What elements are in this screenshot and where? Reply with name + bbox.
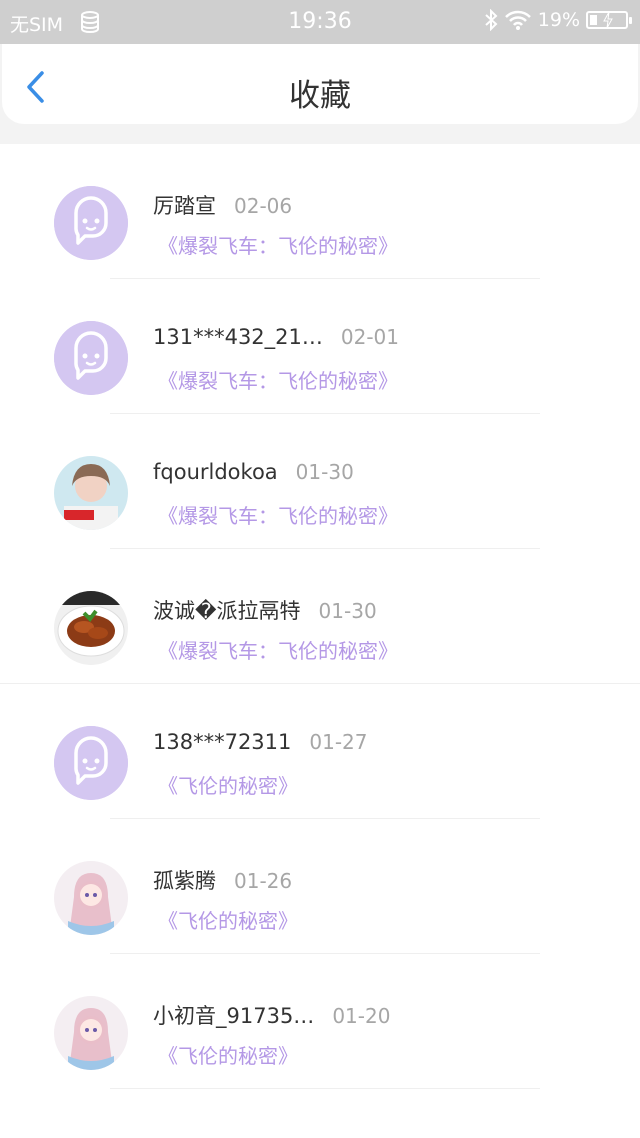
name-row: 138***72311 01-27 (153, 730, 368, 754)
food-avatar[interactable] (54, 591, 128, 665)
book-title-link[interactable]: 《爆裂飞车：飞伦的秘密》 (158, 230, 398, 259)
anime-avatar[interactable] (54, 996, 128, 1070)
list-item[interactable]: fqourldokoa 01-30 《爆裂飞车：飞伦的秘密》 (0, 414, 640, 549)
default-avatar[interactable] (54, 321, 128, 395)
name-row: 小初音_91735… 01-20 (153, 1000, 390, 1030)
book-title-link[interactable]: 《爆裂飞车：飞伦的秘密》 (158, 635, 398, 664)
user-name[interactable]: 波诚�派拉鬲特 (153, 595, 301, 625)
list-item[interactable]: 厉踏宣 02-06 《爆裂飞车：飞伦的秘密》 (0, 144, 640, 279)
date-label: 01-30 (295, 460, 354, 484)
user-name[interactable]: 孤紫腾 (153, 865, 216, 895)
photo-avatar[interactable] (54, 456, 128, 530)
list-item[interactable]: 131***432_21… 02-01 《爆裂飞车：飞伦的秘密》 (0, 279, 640, 414)
battery-percent: 19% (537, 9, 580, 31)
date-label: 02-06 (234, 194, 293, 218)
user-name[interactable]: 138***72311 (153, 730, 291, 754)
name-row: 131***432_21… 02-01 (153, 325, 399, 349)
book-title-link[interactable]: 《飞伦的秘密》 (158, 770, 298, 799)
default-avatar[interactable] (54, 726, 128, 800)
book-title-link[interactable]: 《飞伦的秘密》 (158, 1040, 298, 1069)
name-row: 厉踏宣 02-06 (153, 190, 292, 220)
battery-level (590, 15, 597, 25)
date-label: 01-20 (332, 1004, 391, 1028)
favorites-list[interactable]: 厉踏宣 02-06 《爆裂飞车：飞伦的秘密》 131***432_21… 02-… (0, 144, 640, 1138)
header-background: 收藏 (0, 44, 640, 144)
date-label: 01-27 (309, 730, 368, 754)
user-name[interactable]: 131***432_21… (153, 325, 323, 349)
charging-bolt-icon (603, 11, 613, 29)
name-row: 孤紫腾 01-26 (153, 865, 292, 895)
bluetooth-icon (485, 9, 498, 31)
wifi-icon (504, 10, 531, 30)
list-item[interactable]: 小初音_91735… 01-20 《飞伦的秘密》 (0, 954, 640, 1089)
book-title-link[interactable]: 《爆裂飞车：飞伦的秘密》 (158, 500, 398, 529)
list-item[interactable]: 孤紫腾 01-26 《飞伦的秘密》 (0, 819, 640, 954)
date-label: 01-26 (234, 869, 293, 893)
divider (110, 1088, 540, 1089)
name-row: fqourldokoa 01-30 (153, 460, 354, 484)
header: 收藏 (2, 44, 638, 124)
book-title-link[interactable]: 《飞伦的秘密》 (158, 905, 298, 934)
battery-icon (586, 11, 632, 29)
anime-avatar[interactable] (54, 861, 128, 935)
date-label: 02-01 (340, 325, 400, 349)
date-label: 01-30 (318, 599, 377, 623)
user-name[interactable]: fqourldokoa (153, 460, 278, 484)
user-name[interactable]: 小初音_91735… (153, 1000, 314, 1030)
name-row: 波诚�派拉鬲特 01-30 (153, 595, 377, 625)
list-item[interactable]: 波诚�派拉鬲特 01-30 《爆裂飞车：飞伦的秘密》 (0, 549, 640, 684)
page-title: 收藏 (289, 78, 351, 114)
status-bar: 无SIM 19:36 19% (0, 0, 640, 44)
book-title-link[interactable]: 《爆裂飞车：飞伦的秘密》 (158, 365, 398, 394)
list-item[interactable]: 138***72311 01-27 《飞伦的秘密》 (0, 684, 640, 819)
user-name[interactable]: 厉踏宣 (153, 190, 216, 220)
default-avatar[interactable] (54, 186, 128, 260)
